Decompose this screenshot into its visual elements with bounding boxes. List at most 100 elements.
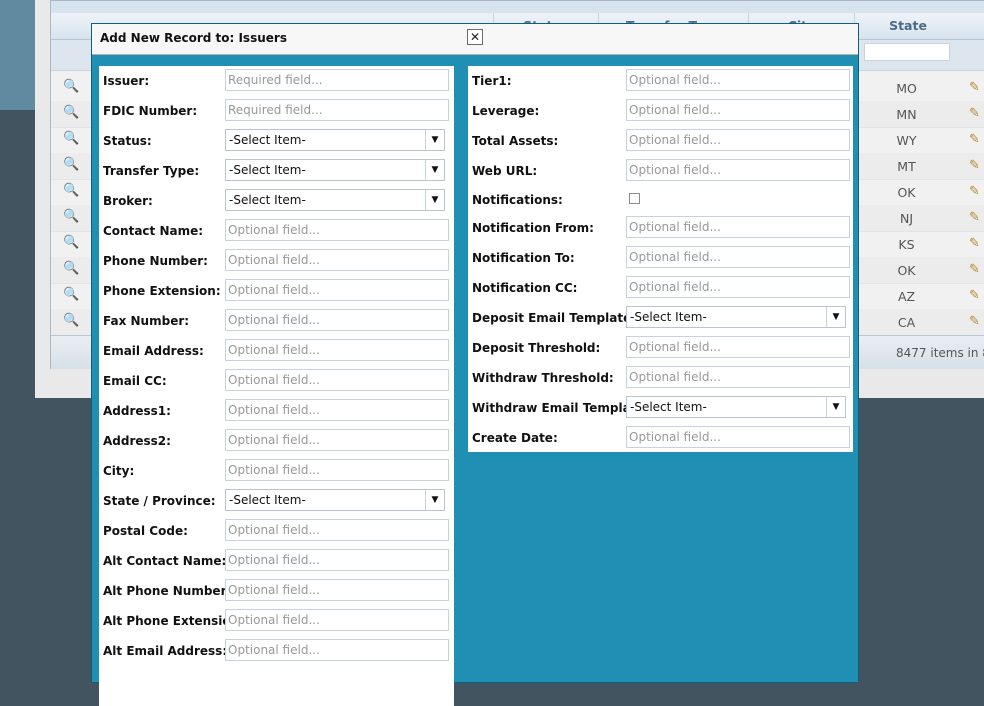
withdraw-threshold-input[interactable]: Optional field... [626,366,850,388]
form-row-issuer: Issuer: Required field... [99,66,454,96]
form-row-notification-to: Notification To: Optional field... [468,243,853,273]
edit-pencil-icon[interactable]: ✎ [969,210,980,225]
form-row-status: Status: -Select Item- ▼ [99,126,454,156]
phone-extension-input[interactable]: Optional field... [225,279,449,301]
phone-number-input[interactable]: Optional field... [225,249,449,271]
view-icon[interactable]: 🔍 [63,287,79,302]
state-cell: MN [896,107,917,122]
withdraw-email-template-select[interactable]: -Select Item- ▼ [626,396,846,418]
field-label-issuer: Issuer: [103,74,150,88]
edit-pencil-icon[interactable]: ✎ [969,106,980,121]
state-province-select[interactable]: -Select Item- ▼ [225,489,445,511]
notification-to-input[interactable]: Optional field... [626,246,850,268]
form-row-alt-phone-extension: Alt Phone Extension: Optional field... [99,606,454,636]
form-panel-left: Issuer: Required field... FDIC Number: Requ… [99,66,454,706]
field-label-status: Status: [103,134,152,148]
view-icon[interactable]: 🔍 [63,183,79,198]
field-label-notification-from: Notification From: [472,221,594,235]
fdic-number-input[interactable]: Required field... [225,99,449,121]
total-assets-input[interactable]: Optional field... [626,129,850,151]
chevron-down-icon[interactable]: ▼ [425,490,444,510]
dialog-titlebar[interactable]: Add New Record to: Issuers ✕ [92,24,858,55]
item-count: 8477 items in 848 [896,346,984,360]
field-label-withdraw-threshold: Withdraw Threshold: [472,371,614,385]
fax-number-input[interactable]: Optional field... [225,309,449,331]
edit-pencil-icon[interactable]: ✎ [969,314,980,329]
form-row-total-assets: Total Assets: Optional field... [468,126,853,156]
leverage-input[interactable]: Optional field... [626,99,850,121]
notification-cc-input[interactable]: Optional field... [626,276,850,298]
notifications-checkbox[interactable] [629,193,640,204]
form-row-contact-name: Contact Name: Optional field... [99,216,454,246]
form-row-deposit-email-template: Deposit Email Template: -Select Item- ▼ [468,303,853,333]
field-label-postal-code: Postal Code: [103,524,188,538]
deposit-email-template-select-value: -Select Item- [630,310,707,324]
city-input[interactable]: Optional field... [225,459,449,481]
edit-pencil-icon[interactable]: ✎ [969,80,980,95]
chevron-down-icon[interactable]: ▼ [425,190,444,210]
address1-input[interactable]: Optional field... [225,399,449,421]
form-row-alt-email-address: Alt Email Address: Optional field... [99,636,454,666]
view-icon[interactable]: 🔍 [63,157,79,172]
edit-pencil-icon[interactable]: ✎ [969,184,980,199]
tier1-input[interactable]: Optional field... [626,69,850,91]
field-label-transfer-type: Transfer Type: [103,164,200,178]
alt-phone-number-input[interactable]: Optional field... [225,579,449,601]
edit-pencil-icon[interactable]: ✎ [969,288,980,303]
chevron-down-icon[interactable]: ▼ [425,130,444,150]
field-label-notification-cc: Notification CC: [472,281,578,295]
deposit-email-template-select[interactable]: -Select Item- ▼ [626,306,846,328]
field-label-notification-to: Notification To: [472,251,575,265]
form-row-alt-contact-name: Alt Contact Name: Optional field... [99,546,454,576]
edit-pencil-icon[interactable]: ✎ [969,262,980,277]
create-date-input[interactable]: Optional field... [626,426,850,448]
form-panel-right: Tier1: Optional field... Leverage: Optional… [468,66,853,452]
address2-input[interactable]: Optional field... [225,429,449,451]
postal-code-input[interactable]: Optional field... [225,519,449,541]
view-icon[interactable]: 🔍 [63,209,79,224]
web-url-input[interactable]: Optional field... [626,159,850,181]
email-cc-input[interactable]: Optional field... [225,369,449,391]
edit-pencil-icon[interactable]: ✎ [969,158,980,173]
transfer-type-select-value: -Select Item- [229,163,306,177]
view-icon[interactable]: 🔍 [63,313,79,328]
alt-contact-name-input[interactable]: Optional field... [225,549,449,571]
transfer-type-select[interactable]: -Select Item- ▼ [225,159,445,181]
form-row-email-cc: Email CC: Optional field... [99,366,454,396]
notification-from-input[interactable]: Optional field... [626,216,850,238]
view-icon[interactable]: 🔍 [63,105,79,120]
view-icon[interactable]: 🔍 [63,235,79,250]
edit-pencil-icon[interactable]: ✎ [969,236,980,251]
contact-name-input[interactable]: Optional field... [225,219,449,241]
broker-select[interactable]: -Select Item- ▼ [225,189,445,211]
view-icon[interactable]: 🔍 [63,261,79,276]
deposit-threshold-input[interactable]: Optional field... [626,336,850,358]
view-icon[interactable]: 🔍 [63,79,79,94]
alt-email-address-input[interactable]: Optional field... [225,639,449,661]
chevron-down-icon[interactable]: ▼ [826,307,845,327]
field-label-address1: Address1: [103,404,171,418]
chevron-down-icon[interactable]: ▼ [826,397,845,417]
close-icon[interactable]: ✕ [467,29,483,45]
view-icon[interactable]: 🔍 [63,131,79,146]
field-label-email-cc: Email CC: [103,374,167,388]
state-cell: AZ [897,289,916,304]
form-row-phone-extension: Phone Extension: Optional field... [99,276,454,306]
state-cell: OK [897,263,916,278]
field-label-leverage: Leverage: [472,104,540,118]
field-label-contact-name: Contact Name: [103,224,204,238]
field-label-phone-number: Phone Number: [103,254,208,268]
email-address-input[interactable]: Optional field... [225,339,449,361]
field-label-tier1: Tier1: [472,74,512,88]
form-row-notifications: Notifications: [468,185,853,215]
issuer-input[interactable]: Required field... [225,69,449,91]
edit-pencil-icon[interactable]: ✎ [969,132,980,147]
column-header-state[interactable]: State [854,13,961,39]
field-label-state-province: State / Province: [103,494,216,508]
status-select[interactable]: -Select Item- ▼ [225,129,445,151]
chevron-down-icon[interactable]: ▼ [425,160,444,180]
state-cell: CA [897,315,916,330]
filter-state-input[interactable] [864,43,950,61]
field-label-broker: Broker: [103,194,153,208]
alt-phone-extension-input[interactable]: Optional field... [225,609,449,631]
